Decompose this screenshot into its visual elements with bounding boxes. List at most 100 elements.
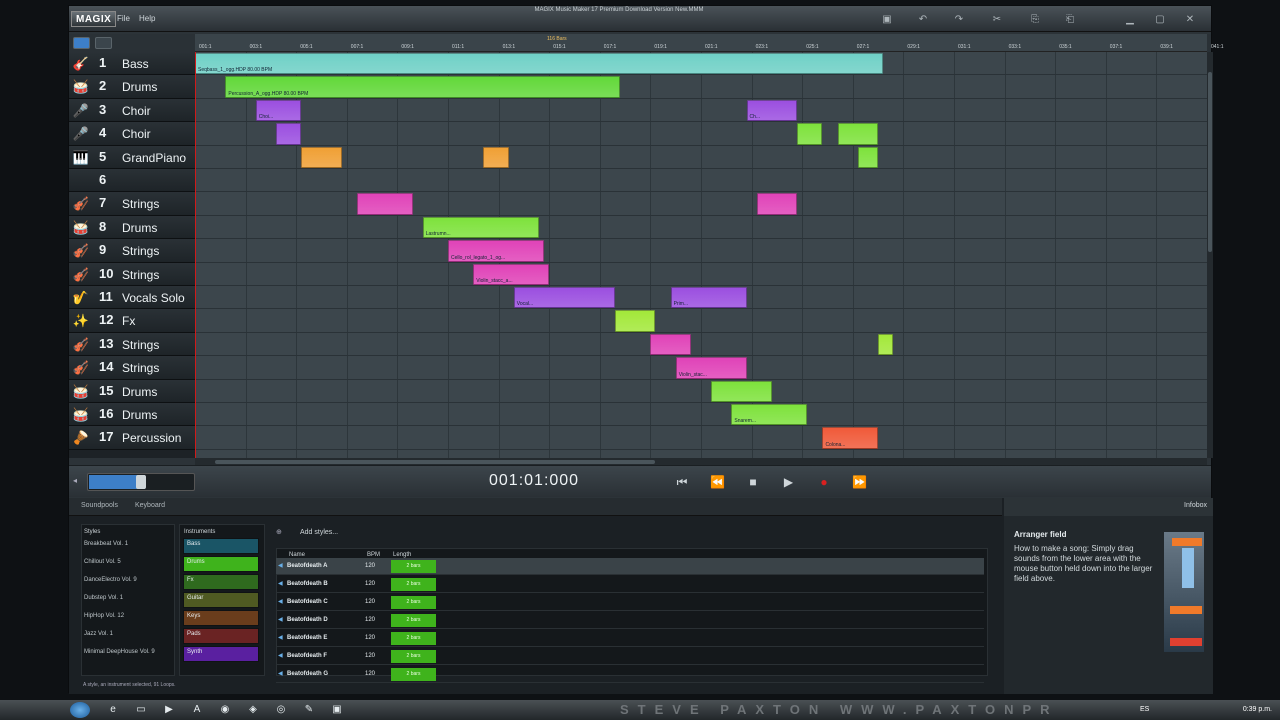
track-name[interactable]: Strings: [122, 338, 159, 352]
audio-object[interactable]: Seqbass_1_ogg.HDP 80.00 BPM: [195, 53, 884, 75]
track-header-7[interactable]: 🎻 7 Strings: [69, 192, 195, 216]
explorer-icon[interactable]: ▭: [134, 703, 148, 717]
track-header-1[interactable]: 🎸 1 Bass: [69, 52, 195, 76]
audio-object[interactable]: [275, 123, 302, 145]
track-lane[interactable]: [195, 192, 1207, 216]
start-button-icon[interactable]: [70, 702, 90, 718]
firefox-icon[interactable]: ◉: [218, 703, 232, 717]
add-styles-icon[interactable]: ⊕: [276, 528, 282, 536]
track-lane[interactable]: [195, 403, 1207, 427]
audio-object[interactable]: [650, 333, 691, 356]
audio-object[interactable]: [878, 333, 894, 356]
tab-keyboard[interactable]: Keyboard: [135, 502, 165, 509]
track-header-6[interactable]: 6: [69, 169, 195, 193]
track-header-11[interactable]: 🎷 11 Vocals Solo: [69, 286, 195, 310]
audio-object[interactable]: [837, 123, 879, 145]
audio-object[interactable]: Lastrumn...: [422, 216, 540, 239]
track-header-15[interactable]: 🥁 15 Drums: [69, 379, 195, 403]
track-lane[interactable]: [195, 99, 1207, 123]
style-item[interactable]: Minimal DeepHouse Vol. 9: [84, 649, 155, 655]
track-lane[interactable]: [195, 426, 1207, 450]
style-item[interactable]: Breakbeat Vol. 1: [84, 541, 128, 547]
arranger-field[interactable]: Seqbass_1_ogg.HDP 80.00 BPM Percussion_A_…: [195, 52, 1207, 458]
preview-icon[interactable]: ◀: [278, 670, 283, 677]
style-item[interactable]: Dubstep Vol. 1: [84, 595, 123, 601]
track-header-13[interactable]: 🎻 13 Strings: [69, 332, 195, 357]
instrument-item[interactable]: Synth: [183, 646, 259, 662]
loop-row[interactable]: ◀ Beatofdeath F 120 2 bars: [276, 648, 984, 665]
track-name[interactable]: Drums: [122, 408, 157, 422]
instrument-item[interactable]: Bass: [183, 538, 259, 554]
loop-row[interactable]: ◀ Beatofdeath E 120 2 bars: [276, 630, 984, 647]
audio-object[interactable]: [797, 123, 823, 145]
track-header-3[interactable]: 🎤 3 Choir: [69, 98, 195, 123]
audio-object[interactable]: Colona...: [822, 427, 879, 449]
track-name[interactable]: Bass: [122, 57, 149, 71]
audio-object[interactable]: [756, 193, 798, 215]
audio-object[interactable]: [614, 310, 656, 332]
ie-icon[interactable]: e: [106, 703, 120, 717]
track-lane[interactable]: [195, 122, 1207, 146]
instrument-item[interactable]: Keys: [183, 610, 259, 626]
track-name[interactable]: Strings: [122, 361, 159, 375]
app-icon[interactable]: ◈: [246, 703, 260, 717]
audio-object[interactable]: [301, 146, 342, 168]
track-name[interactable]: Strings: [122, 244, 159, 258]
audio-object[interactable]: [483, 146, 509, 168]
audio-object[interactable]: Choi...: [255, 99, 302, 122]
track-name[interactable]: GrandPiano: [122, 151, 186, 165]
instrument-item[interactable]: Pads: [183, 628, 259, 644]
track-name[interactable]: Fx: [122, 314, 135, 328]
record-button[interactable]: ●: [813, 474, 835, 490]
tab-soundpools[interactable]: Soundpools: [81, 502, 118, 509]
preview-icon[interactable]: ◀: [278, 652, 283, 659]
style-item[interactable]: Jazz Vol. 1: [84, 631, 113, 637]
go-to-start-button[interactable]: ⏮: [671, 474, 693, 490]
maximize-icon[interactable]: ▢: [1154, 14, 1166, 26]
loop-row[interactable]: ◀ Beatofdeath D 120 2 bars: [276, 612, 984, 629]
audio-object[interactable]: Violin_stacc_a...: [473, 263, 550, 285]
instrument-item[interactable]: Fx: [183, 574, 259, 590]
track-lane[interactable]: [195, 216, 1207, 240]
track-header-17[interactable]: 🪘 17 Percussion: [69, 426, 195, 450]
add-styles-link[interactable]: Add styles...: [300, 529, 338, 536]
language-indicator[interactable]: ES: [1140, 706, 1149, 713]
audio-object[interactable]: [356, 193, 413, 215]
playhead[interactable]: [195, 52, 196, 458]
track-header-10[interactable]: 🎻 10 Strings: [69, 262, 195, 286]
loop-row[interactable]: ◀ Beatofdeath B 120 2 bars: [276, 576, 984, 593]
fast-forward-button[interactable]: ⏩: [849, 474, 871, 490]
track-header-2[interactable]: 🥁 2 Drums: [69, 75, 195, 99]
track-lane[interactable]: [195, 309, 1207, 333]
acrobat-icon[interactable]: A: [190, 703, 204, 717]
track-name[interactable]: Drums: [122, 221, 157, 235]
instrument-item[interactable]: Guitar: [183, 592, 259, 608]
chrome-icon[interactable]: ◎: [274, 703, 288, 717]
undo-icon[interactable]: ↶: [917, 14, 929, 26]
save-icon[interactable]: ▣: [881, 14, 893, 26]
close-icon[interactable]: ✕: [1184, 14, 1196, 26]
track-header-9[interactable]: 🎻 9 Strings: [69, 239, 195, 263]
track-name[interactable]: Strings: [122, 197, 159, 211]
tools-icon[interactable]: ✂: [991, 14, 1003, 26]
track-header-5[interactable]: 🎹 5 GrandPiano: [69, 145, 195, 169]
style-item[interactable]: Chillout Vol. 5: [84, 559, 121, 565]
audio-object[interactable]: [857, 146, 879, 168]
minimize-icon[interactable]: ▁: [1124, 14, 1136, 26]
preview-icon[interactable]: ◀: [278, 580, 283, 587]
preview-icon[interactable]: ◀: [278, 598, 283, 605]
zoom-out-icon[interactable]: ◂: [73, 476, 77, 485]
paste-icon[interactable]: ⎗: [1064, 14, 1076, 26]
magix-logo[interactable]: MAGIX: [71, 11, 117, 27]
track-header-14[interactable]: 🎻 14 Strings: [69, 356, 195, 380]
style-item[interactable]: HipHop Vol. 12: [84, 613, 124, 619]
vertical-scrollbar[interactable]: [1207, 52, 1213, 458]
track-header-8[interactable]: 🥁 8 Drums: [69, 215, 195, 240]
stop-button[interactable]: ■: [742, 474, 764, 490]
audio-object[interactable]: Ch...: [746, 99, 798, 122]
magix-taskbar-icon[interactable]: ▣: [330, 703, 344, 717]
audio-object[interactable]: Cello_rol_legato_1_og...: [448, 240, 545, 262]
preview-icon[interactable]: ◀: [278, 634, 283, 641]
audio-object[interactable]: Prim...: [670, 287, 747, 309]
audio-object[interactable]: Percussion_A_ogg.HDP 80.00 BPM: [225, 76, 621, 98]
